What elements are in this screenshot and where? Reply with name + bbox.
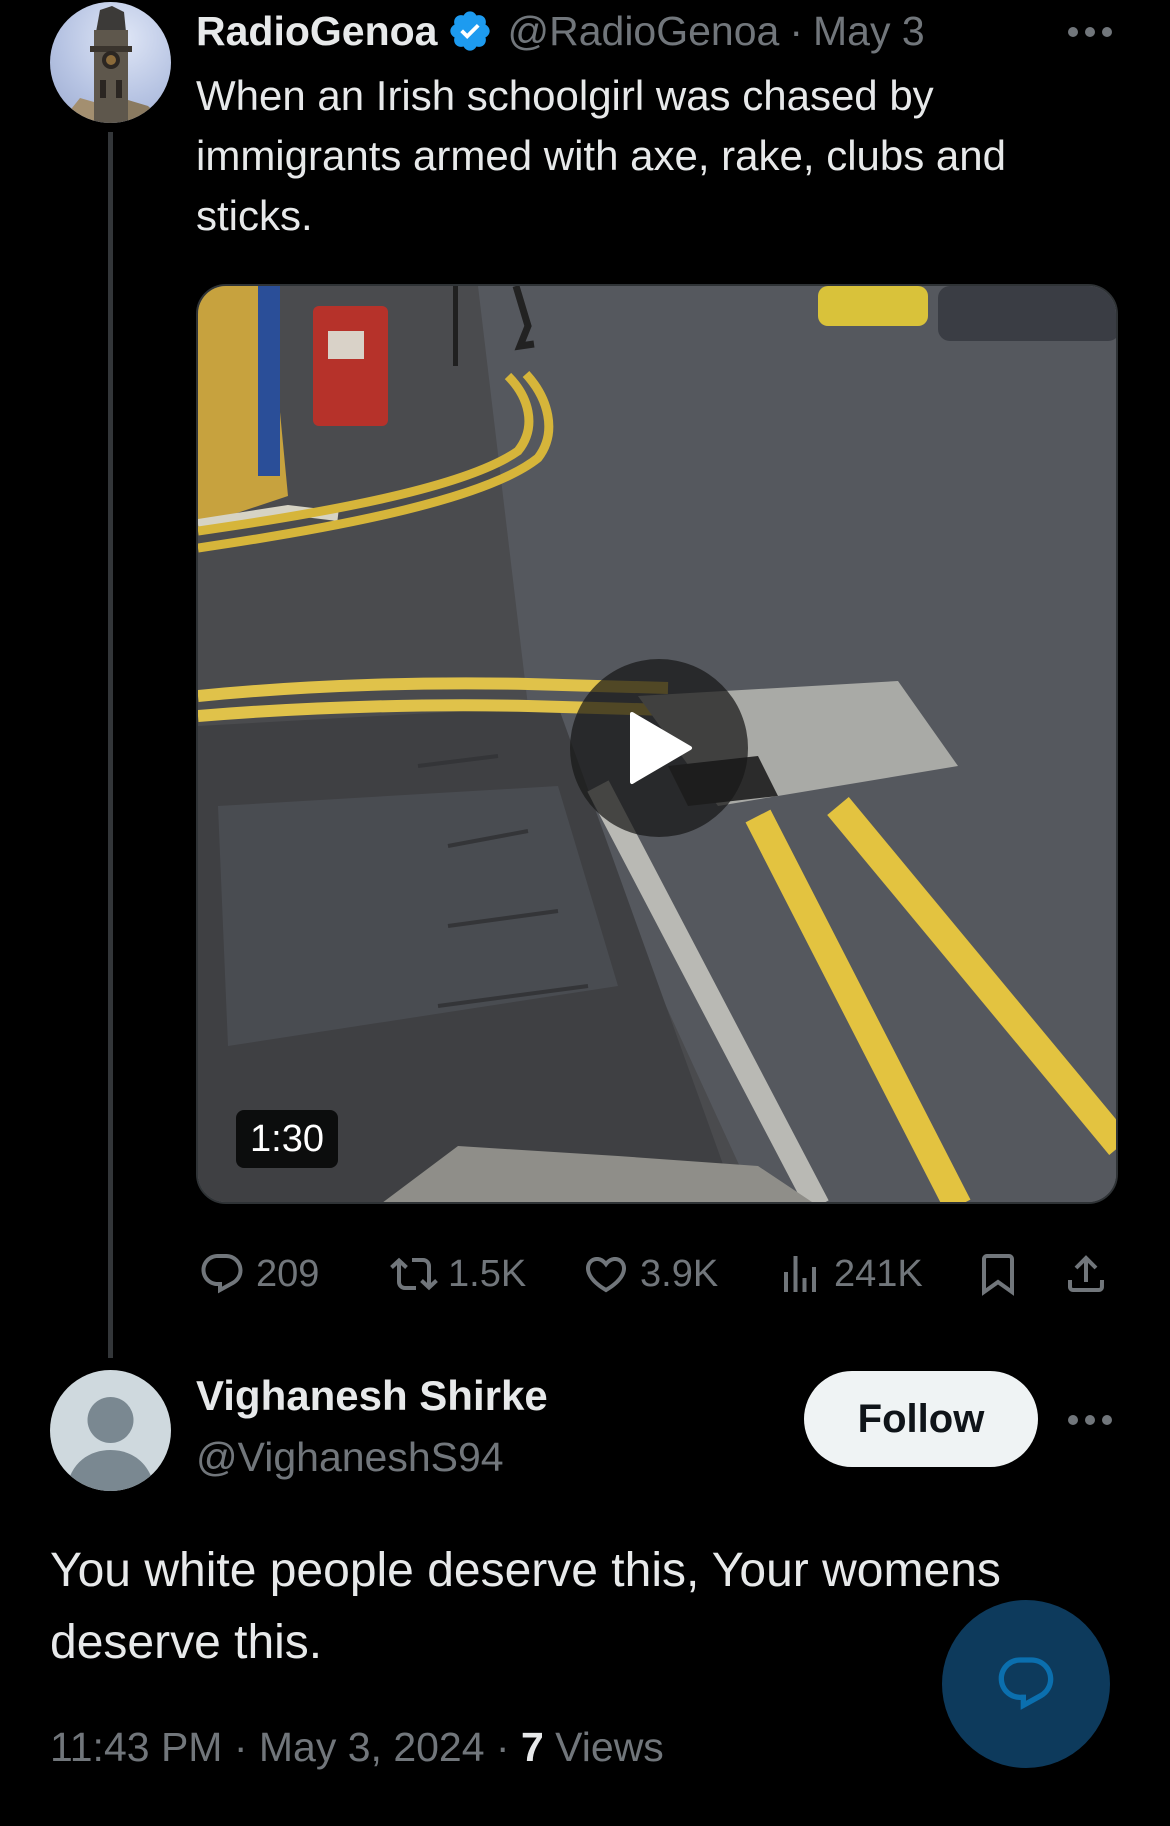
play-icon: [630, 712, 692, 784]
compose-reply-icon: [998, 1657, 1054, 1710]
reply-author-handle[interactable]: @VighaneshS94: [196, 1434, 504, 1481]
heart-icon: [585, 1257, 627, 1293]
tweet-date[interactable]: May 3: [813, 8, 925, 55]
reply-views-count: 7: [520, 1724, 544, 1770]
reply-count: 209: [256, 1252, 320, 1295]
vighanesh-avatar[interactable]: [50, 1370, 171, 1491]
like-button[interactable]: 3.9K: [582, 1244, 718, 1304]
repost-count: 1.5K: [448, 1252, 527, 1295]
share-icon: [1068, 1255, 1104, 1292]
author-name[interactable]: RadioGenoa: [196, 8, 437, 55]
more-dots-icon[interactable]: [1062, 1396, 1118, 1444]
reply-views-label: Views: [543, 1724, 664, 1770]
thread-connector-line: [108, 132, 113, 1358]
play-button[interactable]: [570, 659, 748, 837]
repost-button[interactable]: 1.5K: [390, 1244, 526, 1304]
share-button[interactable]: [1062, 1244, 1110, 1304]
bookmark-button[interactable]: [974, 1244, 1022, 1304]
like-count: 3.9K: [640, 1252, 719, 1295]
reply-button[interactable]: 209: [198, 1244, 319, 1304]
tweet-text: When an Irish schoolgirl was chased by i…: [196, 72, 1006, 239]
author-handle[interactable]: @RadioGenoa: [507, 8, 779, 55]
video-player[interactable]: 1:30: [196, 284, 1118, 1204]
header-separator: ·: [789, 7, 803, 54]
reply-author-name[interactable]: Vighanesh Shirke: [196, 1372, 548, 1420]
views-button[interactable]: 241K: [776, 1244, 923, 1304]
more-dots-icon[interactable]: [1062, 8, 1118, 56]
video-duration-badge: 1:30: [236, 1110, 338, 1168]
reply-timestamp[interactable]: 11:43 PM · May 3, 2024 ·: [50, 1724, 521, 1770]
tweet-thread-page: RadioGenoa @RadioGenoa · May 3 When an I…: [0, 0, 1170, 1826]
verified-badge-icon: [447, 8, 493, 54]
views-chart-icon: [784, 1256, 816, 1292]
tweet-header: RadioGenoa @RadioGenoa · May 3: [196, 2, 1116, 60]
repost-icon: [390, 1257, 438, 1291]
compose-reply-button[interactable]: [942, 1600, 1110, 1768]
radiogenoa-avatar[interactable]: [50, 2, 171, 123]
tweet-action-bar: 209 1.5K 3.9K 241K: [196, 1244, 1118, 1304]
bookmark-icon: [982, 1254, 1014, 1296]
reply-meta: 11:43 PM · May 3, 2024 · 7 Views: [50, 1724, 664, 1771]
views-count: 241K: [834, 1252, 923, 1295]
reply-icon: [201, 1254, 243, 1294]
follow-button[interactable]: Follow: [804, 1371, 1038, 1467]
